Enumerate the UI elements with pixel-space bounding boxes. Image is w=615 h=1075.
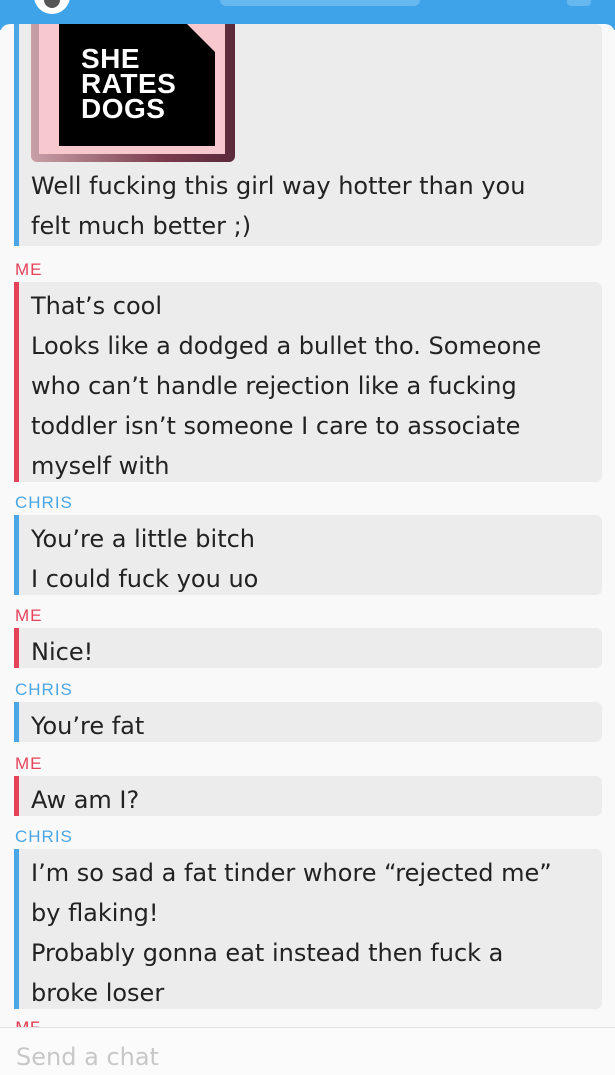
chat-title: [220, 0, 420, 6]
message-line: Probably gonna eat instead then fuck a: [31, 939, 504, 967]
message-bubble[interactable]: You’re a little bitch I could fuck you u…: [14, 515, 602, 595]
message-line: toddler isn’t someone I care to associat…: [31, 412, 521, 440]
logo-text: SHE RATES DOGS: [81, 45, 176, 124]
message-line: I’m so sad a fat tinder whore “rejected …: [31, 859, 552, 887]
send-chat-input[interactable]: Send a chat: [16, 1042, 159, 1072]
message-line: Well fucking this girl way hotter than y…: [31, 172, 526, 200]
message-line: I could fuck you uo: [31, 565, 259, 593]
chat-input-bar[interactable]: Send a chat: [0, 1027, 615, 1075]
message-bubble[interactable]: SHE RATES DOGS Well fucking this girl wa…: [14, 24, 602, 246]
sender-label-me: ME: [15, 754, 43, 773]
she-rates-dogs-logo: SHE RATES DOGS: [59, 24, 215, 146]
logo-line-3: DOGS: [81, 93, 166, 124]
message-line: who can’t handle rejection like a fuckin…: [31, 372, 517, 400]
message-line: myself with: [31, 452, 170, 480]
sender-label-chris: CHRIS: [15, 827, 73, 846]
message-bubble[interactable]: You’re fat: [14, 702, 602, 742]
message-line: Aw am I?: [31, 786, 140, 814]
message-line: Looks like a dodged a bullet tho. Someon…: [31, 332, 542, 360]
sender-label-chris: CHRIS: [15, 680, 73, 699]
header-menu-icon[interactable]: [567, 0, 591, 6]
logo-backdrop: SHE RATES DOGS: [39, 24, 225, 154]
message-line: broke loser: [31, 979, 165, 1007]
message-line: felt much better ;): [31, 212, 252, 240]
message-bubble[interactable]: I’m so sad a fat tinder whore “rejected …: [14, 849, 602, 1009]
sender-label-chris: CHRIS: [15, 493, 73, 512]
message-line: You’re fat: [31, 712, 145, 740]
friend-avatar[interactable]: [34, 0, 70, 14]
message-bubble[interactable]: Nice!: [14, 628, 602, 668]
sender-label-me: ME: [15, 606, 43, 625]
logo-corner: [187, 24, 215, 52]
sender-label-me-cut: ME: [15, 1019, 55, 1027]
message-line: by flaking!: [31, 899, 159, 927]
message-line: That’s cool: [31, 292, 162, 320]
message-line: Nice!: [31, 638, 94, 666]
chat-panel: SHE RATES DOGS Well fucking this girl wa…: [0, 24, 615, 1074]
shared-image[interactable]: SHE RATES DOGS: [31, 24, 235, 162]
message-bubble[interactable]: Aw am I?: [14, 776, 602, 816]
message-line: You’re a little bitch: [31, 525, 256, 553]
sender-label-me: ME: [15, 260, 43, 279]
message-bubble[interactable]: That’s cool Looks like a dodged a bullet…: [14, 282, 602, 482]
